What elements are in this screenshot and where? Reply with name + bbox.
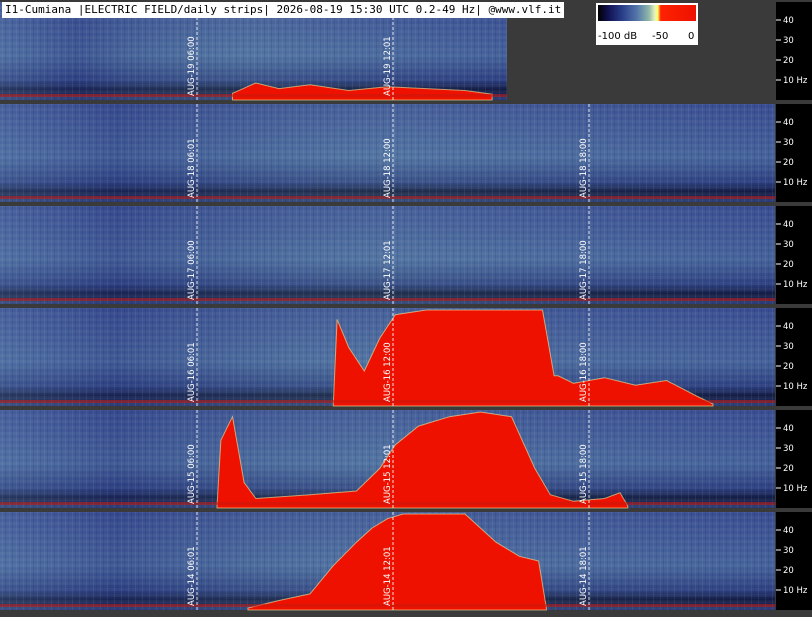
frequency-tick-label: 10 Hz [783,382,808,392]
strip-aug-14: AUG-14 06:01 AUG-14 12:01 AUG-14 18:01 40 30… [0,512,812,611]
time-marker-label: AUG-19 06:00 [187,36,197,96]
time-marker-label: AUG-18 18:00 [579,138,589,198]
colorbar-mid-label: -50 [652,31,669,42]
frequency-tick-label: 20 [783,362,794,372]
time-marker-label: AUG-16 06:01 [187,342,197,402]
frequency-tick-label: 40 [783,220,794,230]
time-marker-label: AUG-19 12:01 [383,36,393,96]
frequency-tick-label: 30 [783,546,794,556]
time-marker-label: AUG-16 12:00 [383,342,393,402]
strip-aug-18: AUG-18 06:01 AUG-18 12:00 AUG-18 18:00 40 30… [0,104,812,202]
frequency-tick-label: 30 [783,240,794,250]
time-marker-label: AUG-15 06:00 [187,444,197,504]
low-freq-band [0,94,507,97]
frequency-tick-label: 20 [783,56,794,66]
time-marker-label: AUG-15 18:00 [579,444,589,504]
frequency-tick-label: 30 [783,342,794,352]
time-marker-label: AUG-17 06:00 [187,240,197,300]
time-marker-label: AUG-14 06:01 [187,546,197,606]
frequency-tick-label: 10 Hz [783,484,808,494]
time-marker-label: AUG-16 18:00 [579,342,589,402]
frequency-tick-label: 20 [783,464,794,474]
spectrogram-strips: AUG-19 06:00 AUG-19 12:0140302010 HzAUG-1… [0,2,812,611]
frequency-tick-label: 30 [783,36,794,46]
frequency-tick-label: 40 [783,322,794,332]
time-marker-label: AUG-15 12:01 [383,444,393,504]
colorbar-gradient [598,5,696,21]
colorbar-min-label: -100 dB [598,31,638,42]
frequency-tick-label: 10 Hz [783,76,808,86]
time-marker-label: AUG-17 18:00 [579,240,589,300]
frequency-tick-label: 10 Hz [783,178,808,188]
spectrogram-panel: AUG-19 06:00 AUG-19 12:01 40 30 20 10 Hz AUG-1… [0,0,812,613]
frequency-tick-label: 20 [783,158,794,168]
frequency-tick-label: 40 [783,424,794,434]
time-marker-label: AUG-18 06:01 [187,138,197,198]
frequency-tick-label: 20 [783,260,794,270]
frequency-tick-label: 40 [783,118,794,128]
colorbar-legend: -100 dB -50 0 [596,3,698,45]
colorbar-max-label: 0 [688,31,695,42]
frequency-tick-label: 10 Hz [783,586,808,596]
frequency-tick-label: 30 [783,138,794,148]
frequency-tick-label: 30 [783,444,794,454]
header-title: I1-Cumiana |ELECTRIC FIELD/daily strips|… [2,2,565,18]
frequency-tick-label: 40 [783,526,794,536]
time-marker-label: AUG-18 12:00 [383,138,393,198]
strip-aug-15: AUG-15 06:00 AUG-15 12:01 AUG-15 18:00 40 30… [0,410,812,509]
strip-aug-16: AUG-16 06:01 AUG-16 12:00 AUG-16 18:00 40 30… [0,308,812,407]
frequency-tick-label: 10 Hz [783,280,808,290]
frequency-tick-label: 20 [783,566,794,576]
strip-aug-17: AUG-17 06:00 AUG-17 12:01 AUG-17 18:00 40 30… [0,206,812,304]
time-marker-label: AUG-14 12:01 [383,546,393,606]
frequency-tick-label: 40 [783,16,794,26]
time-marker-label: AUG-14 18:01 [579,546,589,606]
time-marker-label: AUG-17 12:01 [383,240,393,300]
